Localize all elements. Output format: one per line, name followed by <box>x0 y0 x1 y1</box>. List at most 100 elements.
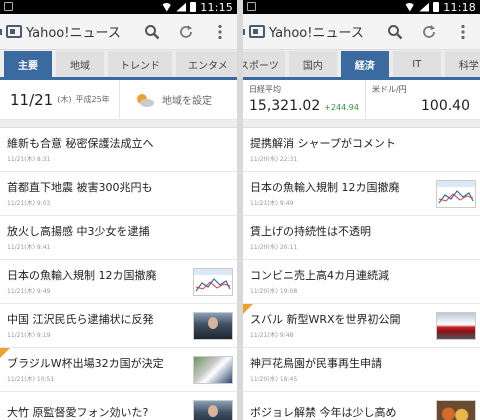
tab-sports[interactable]: スポーツ <box>243 51 285 77</box>
news-date: 11/21(木) 8:31 <box>7 156 51 163</box>
battery-icon <box>433 2 440 12</box>
usdjpy-label: 米ドル/円 <box>371 85 407 94</box>
news-item[interactable]: 日本の魚輸入規制 12カ国撤廃 11/21(木) 9:49 <box>243 172 480 216</box>
news-title: 首都直下地震 被害300兆円も <box>7 181 153 194</box>
nikkei-label: 日経平均 <box>249 85 281 94</box>
more-vert-icon <box>461 24 465 39</box>
news-thumbnail-photo <box>193 399 233 420</box>
news-date: 11/20(水) 20:11 <box>250 244 298 251</box>
refresh-icon <box>180 24 192 38</box>
nikkei-panel[interactable]: 日経平均 15,321.02 +244.94 <box>243 80 365 119</box>
news-item[interactable]: 維新も合意 秘密保護法成立へ 11/21(木) 8:31 <box>0 128 237 172</box>
date-era: 平成25年 <box>75 95 110 104</box>
news-item[interactable]: ブラジルW杯出場32カ国が決定 11/21(木) 10:51 <box>0 348 237 392</box>
battery-icon <box>190 2 197 12</box>
section-divider <box>0 120 237 128</box>
news-item[interactable]: 賃上げの持続性は不透明 11/20(水) 20:11 <box>243 216 480 260</box>
news-date: 11/21(木) 10:51 <box>7 376 55 383</box>
date-display: 11/21 (木) 平成25年 <box>0 80 119 119</box>
news-thumbnail-photo <box>193 355 233 384</box>
tab-economy[interactable]: 経済 <box>340 51 389 77</box>
news-item[interactable]: 提携解消 シャープがコメント 11/20(水) 22:31 <box>243 128 480 172</box>
tab-entertainment[interactable]: エンタメ <box>176 51 237 77</box>
news-date: 11/21(木) 9:19 <box>7 332 51 339</box>
app-title: Yahoo!ニュース <box>269 26 364 41</box>
notification-icon <box>4 2 13 11</box>
news-thumbnail-chart <box>193 267 233 296</box>
news-title: スバル 新型WRXを世界初公開 <box>250 313 401 326</box>
news-date: 11/21(木) 9:48 <box>250 332 294 339</box>
search-icon <box>388 24 403 39</box>
news-title: コンビニ売上高4カ月連続減 <box>250 269 389 282</box>
news-title: 大竹 原監督愛フォン効いた? <box>7 405 149 419</box>
weather-setting-button[interactable]: 地域を設定 <box>119 80 237 119</box>
news-title: 賃上げの持続性は不透明 <box>250 225 371 238</box>
category-tabs: スポーツ 国内 経済 IT 科学 <box>243 50 480 80</box>
news-thumbnail-chart <box>436 179 476 208</box>
new-badge <box>0 348 10 358</box>
news-item[interactable]: 放火し高揚感 中3少女を逮捕 11/21(木) 9:41 <box>0 216 237 260</box>
app-logo-icon[interactable] <box>243 25 265 38</box>
news-title: 維新も合意 秘密保護法成立へ <box>7 137 154 150</box>
date-main: 11/21 <box>10 90 54 109</box>
news-title: 日本の魚輸入規制 12カ国撤廃 <box>250 181 400 194</box>
tab-region[interactable]: 地域 <box>56 51 104 77</box>
news-item[interactable]: コンビニ売上高4カ月連続減 11/20(水) 19:08 <box>243 260 480 304</box>
news-date: 11/20(水) 18:45 <box>250 376 298 383</box>
tab-main[interactable]: 主要 <box>4 51 52 77</box>
refresh-icon <box>423 24 435 38</box>
news-thumbnail-photo <box>436 311 476 340</box>
left-phone-screen: 11:15 Yahoo!ニュース 主要 地域 トレンド エンタメ 11/21 (… <box>0 0 237 420</box>
news-date: 11/20(水) 22:31 <box>250 156 298 163</box>
news-date: 11/21(木) 9:41 <box>7 244 51 251</box>
news-item[interactable]: 神戸花鳥園が民事再生申請 11/20(水) 18:45 <box>243 348 480 392</box>
wifi-icon <box>404 2 416 12</box>
app-bar: Yahoo!ニュース <box>0 14 237 50</box>
date-weather-row: 11/21 (木) 平成25年 地域を設定 <box>0 80 237 120</box>
clock: 11:15 <box>200 0 233 14</box>
usdjpy-value: 100.40 <box>421 98 470 114</box>
news-title: ボジョレ解禁 今年は少し高め <box>250 405 397 419</box>
news-item[interactable]: スバル 新型WRXを世界初公開 11/21(木) 9:48 <box>243 304 480 348</box>
news-title: 提携解消 シャープがコメント <box>250 137 396 150</box>
search-button[interactable] <box>378 14 412 50</box>
news-item[interactable]: 大竹 原監督愛フォン効いた? <box>0 392 237 420</box>
overflow-menu-button[interactable] <box>203 14 237 50</box>
news-title: 日本の魚輸入規制 12カ国撤廃 <box>7 269 157 282</box>
news-date: 11/21(木) 9:03 <box>7 200 51 207</box>
news-item[interactable]: 中国 江沢民氏ら逮捕状に反発 11/21(木) 9:19 <box>0 304 237 348</box>
clock: 11:18 <box>443 0 476 14</box>
tab-trend[interactable]: トレンド <box>108 51 172 77</box>
status-bar: 11:18 <box>243 0 480 14</box>
signal-icon <box>419 2 430 12</box>
overflow-menu-button[interactable] <box>446 14 480 50</box>
news-title: 中国 江沢民氏ら逮捕状に反発 <box>7 313 154 326</box>
tab-domestic[interactable]: 国内 <box>288 51 337 77</box>
news-item[interactable]: ボジョレ解禁 今年は少し高め <box>243 392 480 420</box>
usdjpy-panel[interactable]: 米ドル/円 100.40 <box>364 80 480 119</box>
signal-icon <box>176 2 187 12</box>
news-title: 神戸花鳥園が民事再生申請 <box>250 357 382 370</box>
market-summary: 日経平均 15,321.02 +244.94 米ドル/円 100.40 <box>243 80 480 120</box>
news-title: ブラジルW杯出場32カ国が決定 <box>7 357 164 370</box>
news-item[interactable]: 日本の魚輸入規制 12カ国撤廃 11/21(木) 9:49 <box>0 260 237 304</box>
news-date: 11/21(木) 9:49 <box>7 288 51 295</box>
date-weekday: (木) <box>57 95 72 104</box>
more-vert-icon <box>218 24 222 39</box>
news-thumbnail-photo <box>436 399 476 420</box>
app-logo-icon[interactable] <box>0 25 22 38</box>
news-thumbnail-photo <box>193 311 233 340</box>
tab-it[interactable]: IT <box>392 51 441 77</box>
wifi-icon <box>161 2 173 12</box>
weather-setting-label: 地域を設定 <box>162 96 212 107</box>
search-button[interactable] <box>135 14 169 50</box>
refresh-button[interactable] <box>169 14 203 50</box>
refresh-button[interactable] <box>412 14 446 50</box>
app-bar: Yahoo!ニュース <box>243 14 480 50</box>
category-tabs: 主要 地域 トレンド エンタメ <box>0 50 237 80</box>
news-item[interactable]: 首都直下地震 被害300兆円も 11/21(木) 9:03 <box>0 172 237 216</box>
news-date: 11/20(水) 19:08 <box>250 288 298 295</box>
tab-science[interactable]: 科学 <box>444 51 480 77</box>
nikkei-value: 15,321.02 <box>249 98 321 114</box>
search-icon <box>145 24 160 39</box>
